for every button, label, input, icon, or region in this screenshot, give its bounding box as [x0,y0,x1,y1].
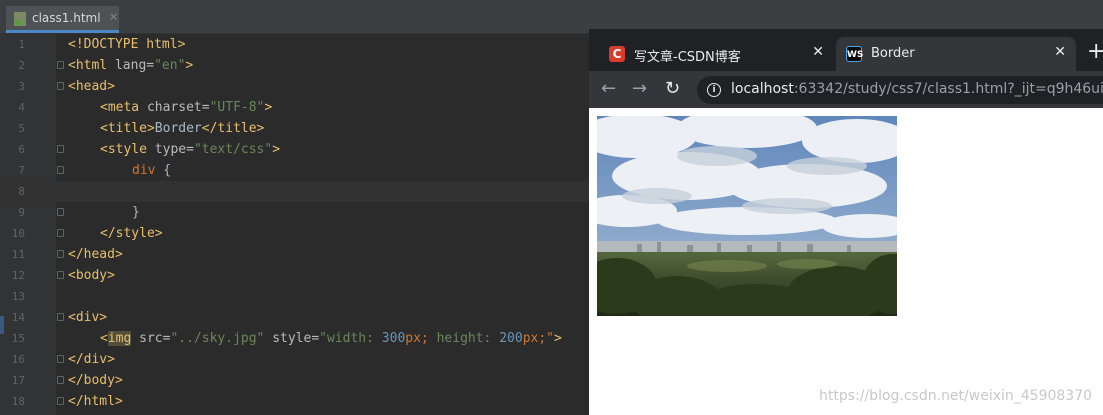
close-icon[interactable]: × [109,10,118,23]
fold-marker-icon[interactable] [57,61,64,69]
code-text: <title>Border</title> [100,121,265,136]
line-number: 7 [18,164,25,177]
line-number: 8 [18,185,25,198]
browser-tab-title: Border [871,46,915,61]
fold-marker-icon[interactable] [57,208,64,216]
close-icon[interactable]: ✕ [812,44,824,60]
line-number: 3 [18,80,25,93]
line-number: 18 [11,395,25,408]
line-number: 13 [11,290,25,303]
code-text: div { [132,163,172,178]
code-text: </div> [68,352,115,367]
code-text: </body> [68,373,123,388]
fold-marker-icon[interactable] [57,313,64,321]
code-text: <!DOCTYPE html> [68,37,186,52]
line-number: 2 [18,59,25,72]
line-number: 6 [18,143,25,156]
fold-marker-icon[interactable] [57,250,64,258]
browser-tab-csdn[interactable]: C 写文章-CSDN博客 ✕ [599,37,834,71]
line-number: 4 [18,101,25,114]
line-number: 1 [18,38,25,51]
code-text: </style> [100,226,163,241]
webstorm-icon: WS [846,46,863,62]
browser-tab-strip: C 写文章-CSDN博客 ✕ WS Border ✕ + [589,29,1103,71]
code-text: <style type="text/css"> [100,142,281,157]
info-icon[interactable]: i [707,83,721,97]
fold-marker-icon[interactable] [57,145,64,153]
line-number: 9 [18,206,25,219]
line-number: 5 [18,122,25,135]
editor-tab-label: class1.html [32,11,101,25]
fold-marker-icon[interactable] [57,397,64,405]
code-text: </head> [68,247,123,262]
code-text: </html> [68,394,123,409]
close-icon[interactable]: ✕ [1054,44,1066,60]
fold-marker-icon[interactable] [57,166,64,174]
url-text: localhost:63342/study/css7/class1.html?_… [731,81,1103,97]
csdn-icon: C [609,46,625,62]
watermark: https://blog.csdn.net/weixin_45908370 [819,388,1093,404]
editor-tab-class1[interactable]: class1.html × [6,6,119,33]
reload-icon[interactable]: ↻ [665,78,680,100]
code-text: <img src="../sky.jpg" style="width: 300p… [100,331,562,346]
code-text: <div> [68,310,108,325]
browser-tab-title: 写文章-CSDN博客 [634,50,741,65]
code-text: <meta charset="UTF-8"> [100,100,273,115]
fold-marker-icon[interactable] [57,376,64,384]
fold-marker-icon[interactable] [57,355,64,363]
line-number: 14 [11,311,25,324]
back-arrow-icon[interactable]: ← [601,78,616,100]
address-bar[interactable]: i localhost:63342/study/css7/class1.html… [697,76,1103,104]
browser-window: C 写文章-CSDN博客 ✕ WS Border ✕ + ← → ↻ i loc… [589,29,1103,415]
line-number: 16 [11,353,25,366]
code-text: } [132,205,140,220]
html-file-icon [14,12,26,26]
page-viewport [589,108,1103,415]
line-number: 15 [11,332,25,345]
fold-marker-icon[interactable] [57,271,64,279]
code-text: <html lang="en"> [68,58,194,73]
code-text: <head> [68,79,115,94]
browser-toolbar: ← → ↻ i localhost:63342/study/css7/class… [589,71,1103,108]
browser-tab-border[interactable]: WS Border ✕ [836,37,1076,71]
fold-marker-icon[interactable] [57,82,64,90]
line-number: 10 [11,227,25,240]
forward-arrow-icon[interactable]: → [632,78,647,100]
sky-photo [597,116,897,316]
sky-photo-art [597,116,897,316]
code-text: <body> [68,268,115,283]
line-number: 12 [11,269,25,282]
line-number: 17 [11,374,25,387]
new-tab-button[interactable]: + [1087,41,1103,63]
line-number: 11 [11,248,25,261]
fold-marker-icon[interactable] [57,229,64,237]
